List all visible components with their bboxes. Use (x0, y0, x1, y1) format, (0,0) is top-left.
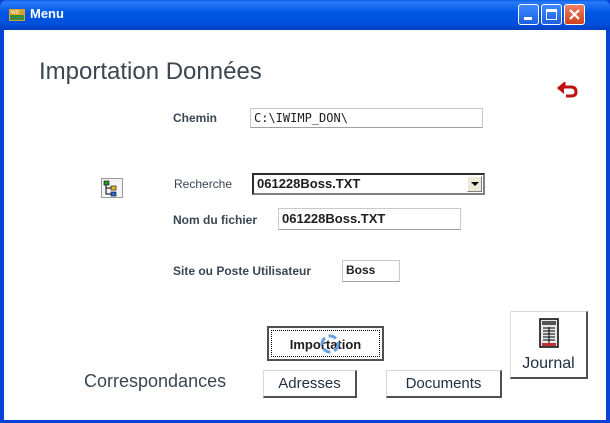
close-button[interactable] (564, 4, 585, 25)
nom-fichier-field[interactable]: 061228Boss.TXT (278, 208, 461, 230)
journal-label: Journal (522, 355, 575, 372)
close-icon (569, 9, 580, 20)
busy-cursor-icon (320, 334, 340, 354)
window: WD Menu Importation Données Chemin C:\IW… (0, 0, 610, 423)
page-title: Importation Données (39, 58, 262, 85)
undo-arrow-icon[interactable] (555, 82, 579, 98)
journal-book-icon (539, 318, 559, 348)
minimize-icon (524, 17, 532, 20)
tree-browse-button[interactable] (101, 178, 123, 198)
window-app-icon: WD (9, 9, 25, 21)
svg-text:WD: WD (11, 10, 20, 16)
adresses-button[interactable]: Adresses (263, 370, 357, 398)
recherche-selected: 061228Boss.TXT (257, 176, 361, 191)
chevron-down-icon[interactable] (467, 176, 482, 192)
window-title: Menu (30, 6, 64, 21)
maximize-button[interactable] (541, 4, 562, 25)
minimize-button[interactable] (518, 4, 539, 25)
journal-button[interactable]: Journal (510, 311, 588, 379)
importation-button[interactable]: Importation (267, 326, 384, 361)
nom-fichier-label: Nom du fichier (173, 213, 258, 227)
chemin-field[interactable]: C:\IWIMP_DON\ (250, 108, 483, 128)
site-label: Site ou Poste Utilisateur (173, 264, 312, 278)
maximize-icon (546, 9, 557, 20)
tree-browse-icon (101, 178, 123, 198)
title-bar[interactable]: WD Menu (0, 0, 610, 30)
recherche-select[interactable]: 061228Boss.TXT (252, 173, 485, 195)
documents-button[interactable]: Documents (386, 370, 502, 398)
recherche-label: Recherche (174, 177, 233, 191)
chemin-label: Chemin (173, 111, 218, 125)
form-area: Importation Données Chemin C:\IWIMP_DON\… (4, 30, 606, 420)
correspondances-label: Correspondances (84, 371, 227, 391)
site-field[interactable]: Boss (342, 260, 400, 282)
